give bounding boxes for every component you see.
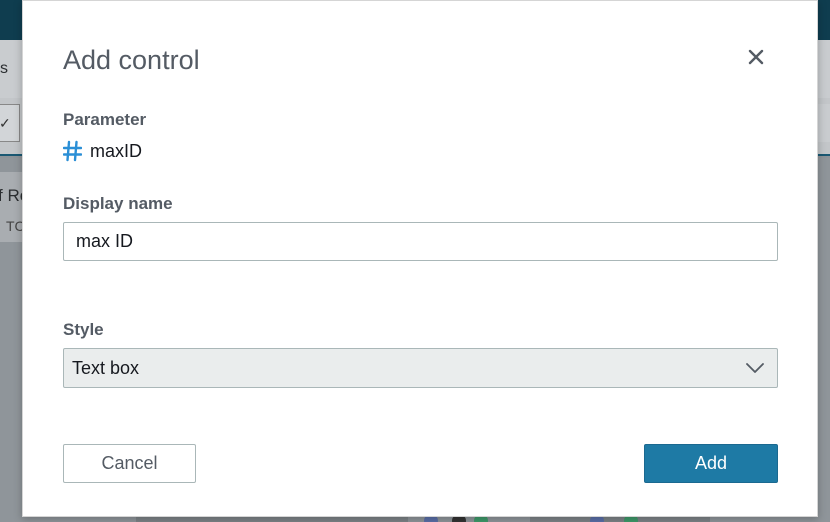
parameter-row: maxID	[63, 140, 142, 162]
parameter-value: maxID	[90, 140, 143, 161]
chevron-down-icon	[746, 363, 764, 373]
add-button[interactable]: Add	[644, 444, 778, 483]
style-select-value: Text box	[72, 357, 140, 378]
close-button[interactable]	[744, 45, 768, 69]
close-icon	[748, 49, 764, 65]
display-name-input[interactable]	[63, 222, 778, 261]
style-label: Style	[63, 320, 104, 339]
add-control-dialog: Add control Parameter maxID Display name…	[22, 0, 818, 517]
check-icon: ✓	[0, 115, 11, 131]
parameter-label: Parameter	[63, 110, 147, 129]
style-select[interactable]: Text box	[63, 348, 778, 388]
display-name-label: Display name	[63, 194, 173, 213]
cancel-button[interactable]: Cancel	[63, 444, 196, 483]
hash-icon	[63, 140, 82, 162]
bg-check-button[interactable]: ✓	[0, 104, 20, 142]
dialog-title: Add control	[63, 45, 200, 75]
bg-toolbar-fragment: s	[0, 60, 8, 77]
